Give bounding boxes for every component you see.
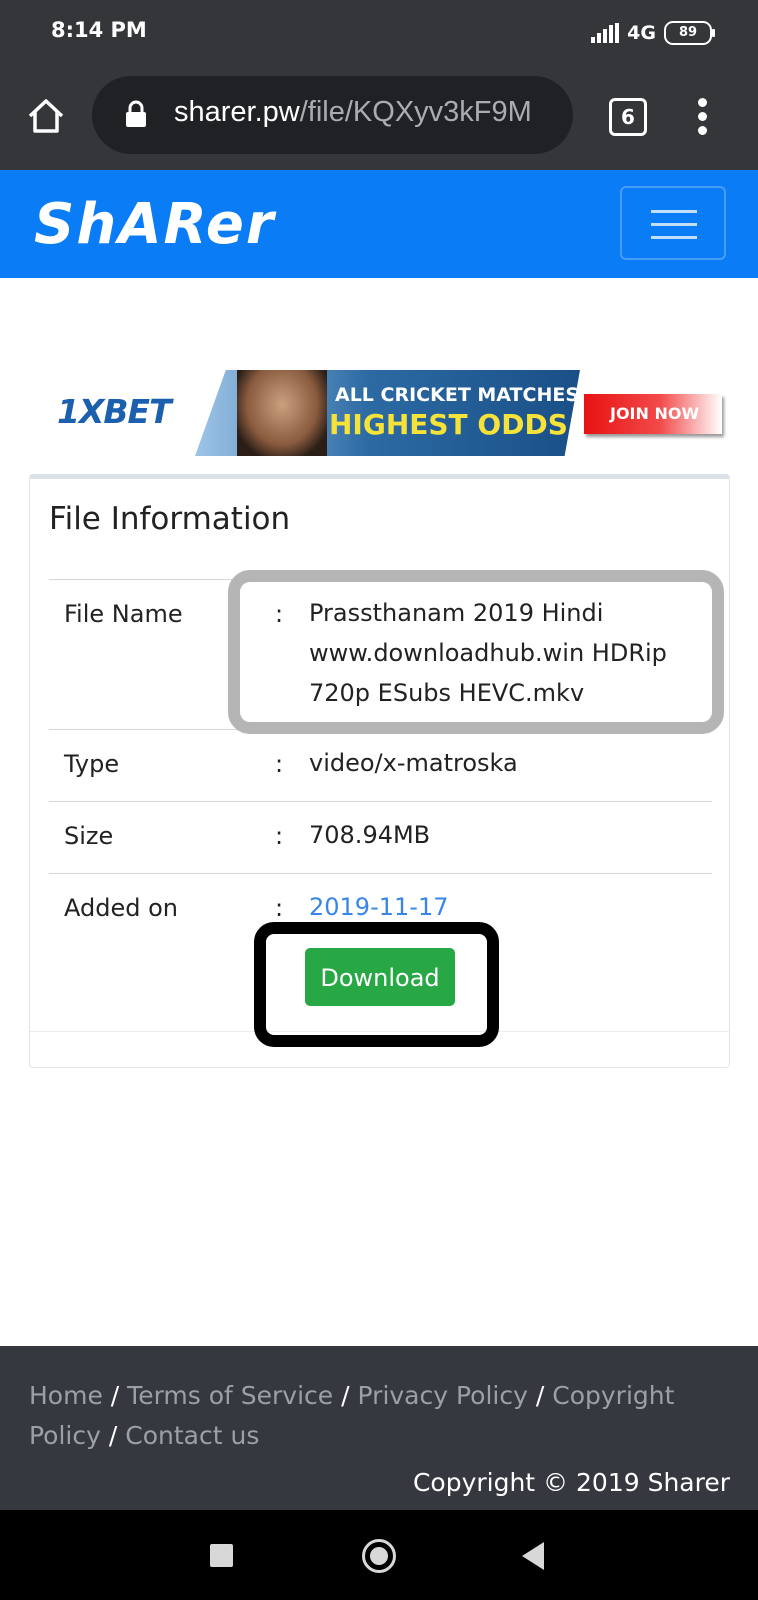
battery-icon: 89 <box>664 21 715 45</box>
ad-subheadline: HIGHEST ODDS <box>329 408 568 441</box>
site-logo[interactable]: ShARer <box>34 192 275 257</box>
footer-separator: / <box>110 1381 120 1410</box>
info-row-size: Size : 708.94MB <box>49 801 712 874</box>
footer-separator: / <box>535 1381 545 1410</box>
download-button[interactable]: Download <box>305 948 455 1006</box>
status-bar: 8:14 PM 4G 89 <box>0 0 758 68</box>
status-time: 8:14 PM <box>51 18 147 42</box>
info-label: Type <box>64 750 120 778</box>
info-label: File Name <box>64 600 183 628</box>
url-host: sharer.pw <box>174 96 300 128</box>
ad-person-image <box>237 370 327 456</box>
type-value: video/x-matroska <box>309 749 518 777</box>
signal-icon <box>591 23 620 43</box>
footer-separator: / <box>341 1381 350 1410</box>
added-on-link[interactable]: 2019-11-17 <box>309 893 448 921</box>
footer-separator: / <box>108 1421 118 1450</box>
info-label: Size <box>64 822 114 850</box>
added-on-value: 2019-11-17 <box>309 887 699 927</box>
ad-headline: ALL CRICKET MATCHES <box>335 384 580 406</box>
card-title: File Information <box>49 501 291 537</box>
footer-link-contact[interactable]: Contact us <box>125 1421 259 1450</box>
ad-brand: 1XBET <box>57 392 172 431</box>
url-path: /file/KQXyv3kF9M <box>299 96 532 128</box>
file-name-highlight <box>228 570 724 734</box>
info-colon: : <box>275 750 284 778</box>
footer-link-home[interactable]: Home <box>29 1381 103 1410</box>
ad-join-button[interactable]: JOIN NOW <box>584 394 722 434</box>
ad-image: ALL CRICKET MATCHES HIGHEST ODDS <box>195 370 580 456</box>
footer-link-privacy[interactable]: Privacy Policy <box>358 1381 528 1410</box>
hamburger-icon[interactable] <box>620 186 726 260</box>
site-footer: Home / Terms of Service / Privacy Policy… <box>0 1346 758 1510</box>
browser-toolbar: sharer.pw/file/KQXyv3kF9M 6 <box>0 68 758 170</box>
info-colon: : <box>275 822 284 850</box>
ad-banner[interactable]: 1XBET ALL CRICKET MATCHES HIGHEST ODDS J… <box>55 370 725 456</box>
back-icon[interactable] <box>522 1542 544 1570</box>
more-vert-icon[interactable] <box>696 98 708 136</box>
footer-link-terms[interactable]: Terms of Service <box>127 1381 333 1410</box>
url-text: sharer.pw/file/KQXyv3kF9M <box>174 96 559 129</box>
footer-links: Home / Terms of Service / Privacy Policy… <box>29 1376 729 1456</box>
info-label: Added on <box>64 894 178 922</box>
recents-icon[interactable] <box>210 1544 233 1567</box>
info-colon: : <box>275 894 284 922</box>
system-nav-bar <box>0 1510 758 1600</box>
network-type: 4G <box>627 22 656 44</box>
address-bar[interactable]: sharer.pw/file/KQXyv3kF9M <box>92 76 573 154</box>
copyright-text: Copyright © 2019 Sharer <box>412 1468 730 1497</box>
site-navbar: ShARer <box>0 170 758 278</box>
lock-icon <box>126 100 146 127</box>
size-value: 708.94MB <box>309 821 431 849</box>
home-circle-icon[interactable] <box>362 1539 396 1573</box>
home-icon[interactable] <box>26 96 66 136</box>
tab-switcher-button[interactable]: 6 <box>609 98 647 136</box>
status-indicators: 4G 89 <box>591 20 715 46</box>
info-row-type: Type : video/x-matroska <box>49 729 712 802</box>
